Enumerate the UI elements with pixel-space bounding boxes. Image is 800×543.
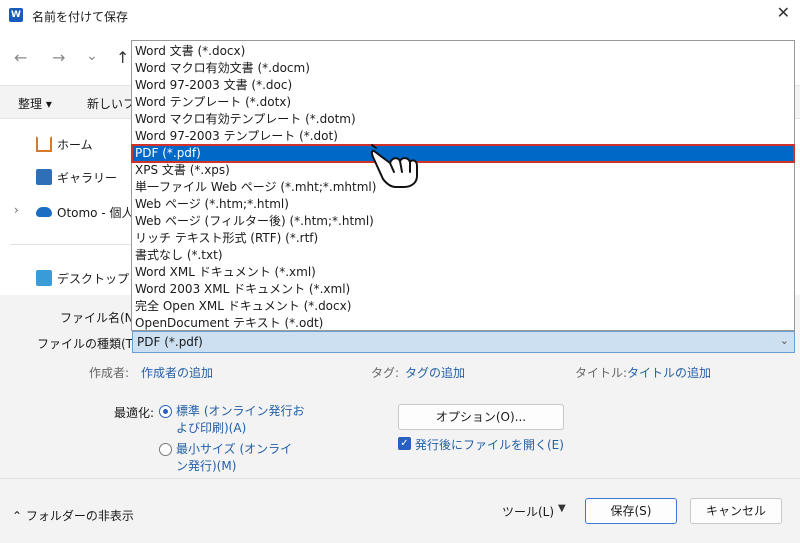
save-button[interactable]: 保存(S) [585, 498, 677, 524]
sidebar-item-label: Otomo - 個人 [57, 206, 134, 220]
word-app-icon: W [9, 8, 23, 22]
dropdown-option-selected[interactable]: PDF (*.pdf) [131, 144, 795, 163]
expand-chevron-icon[interactable]: › [14, 203, 19, 217]
dropdown-option[interactable]: 単一ファイル Web ページ (*.mht;*.mhtml) [132, 179, 794, 196]
hand-pointer-cursor-icon [370, 144, 418, 188]
dropdown-option[interactable]: Word マクロ有効文書 (*.docm) [132, 60, 794, 77]
sidebar-item-gallery[interactable]: ギャラリー [0, 165, 134, 189]
sidebar-divider [10, 244, 134, 245]
title-label: タイトル: [575, 366, 628, 380]
add-tags-link[interactable]: タグの追加 [405, 364, 465, 381]
window-title: 名前を付けて保存 [32, 10, 129, 24]
sidebar-item-label: デスクトップ [57, 272, 130, 286]
dropdown-option[interactable]: Web ページ (フィルター後) (*.htm;*.html) [132, 213, 794, 230]
optimize-standard-label[interactable]: 標準 (オンライン発行および印刷)(A) [176, 403, 316, 437]
home-icon [36, 136, 52, 152]
author-label: 作成者: [89, 366, 130, 380]
tools-button[interactable]: ツール(L) [502, 503, 554, 520]
sidebar-item-onedrive[interactable]: › Otomo - 個人 [0, 200, 134, 224]
dropdown-option[interactable]: Word 文書 (*.docx) [132, 43, 794, 60]
dropdown-option[interactable]: XPS 文書 (*.xps) [132, 162, 794, 179]
dropdown-option[interactable]: Word 97-2003 テンプレート (*.dot) [132, 128, 794, 145]
dropdown-option[interactable]: Web ページ (*.htm;*.html) [132, 196, 794, 213]
filetype-select[interactable]: PDF (*.pdf) ⌄ [132, 331, 795, 353]
forward-arrow-icon[interactable]: → [52, 48, 65, 67]
title-bar: W 名前を付けて保存 ✕ [0, 0, 800, 30]
chevron-down-icon: ⌄ [779, 334, 789, 347]
optimize-label: 最適化: [114, 406, 155, 420]
add-author-link[interactable]: 作成者の追加 [141, 364, 213, 381]
up-arrow-icon[interactable]: ↑ [116, 48, 129, 67]
filetype-selected-value: PDF (*.pdf) [137, 335, 203, 349]
dropdown-option[interactable]: Word 97-2003 文書 (*.doc) [132, 77, 794, 94]
optimize-minimum-label[interactable]: 最小サイズ (オンライン発行)(M) [176, 441, 300, 475]
dropdown-option[interactable]: Word テンプレート (*.dotx) [132, 94, 794, 111]
gallery-icon [36, 169, 52, 185]
optimize-minimum-radio[interactable] [159, 443, 172, 456]
filetype-dropdown-list: Word 文書 (*.docx) Word マクロ有効文書 (*.docm) Wor… [131, 40, 795, 331]
dropdown-option[interactable]: Word マクロ有効テンプレート (*.dotm) [132, 111, 794, 128]
back-arrow-icon[interactable]: ← [14, 48, 27, 67]
add-title-link[interactable]: タイトルの追加 [627, 364, 711, 381]
filetype-label: ファイルの種類(T): [37, 337, 142, 351]
organize-button[interactable]: 整理 ▾ [18, 95, 52, 112]
recent-locations-chevron-icon[interactable]: ⌄ [86, 48, 98, 64]
footer-divider [0, 478, 800, 479]
desktop-icon [36, 270, 52, 286]
tags-label: タグ: [371, 366, 400, 380]
onedrive-cloud-icon [36, 207, 52, 217]
dropdown-option[interactable]: Word XML ドキュメント (*.xml) [132, 264, 794, 281]
dropdown-option[interactable]: 書式なし (*.txt) [132, 247, 794, 264]
navigation-pane: ホーム ギャラリー › Otomo - 個人 デスクトップ [0, 120, 134, 295]
open-after-publish-label[interactable]: 発行後にファイルを開く(E) [415, 436, 564, 453]
options-button[interactable]: オプション(O)... [398, 404, 564, 430]
cancel-button[interactable]: キャンセル [690, 498, 782, 524]
navigation-bar: ← → ⌄ ↑ [0, 40, 135, 76]
hide-folders-button[interactable]: ⌃ フォルダーの非表示 [12, 507, 134, 524]
optimize-standard-radio[interactable] [159, 405, 172, 418]
sidebar-item-label: ホーム [57, 138, 93, 152]
hide-folders-label: フォルダーの非表示 [25, 509, 134, 523]
chevron-up-icon: ⌃ [12, 509, 26, 523]
tools-dropdown-arrow-icon[interactable]: ▼ [558, 503, 566, 514]
dropdown-option[interactable]: 完全 Open XML ドキュメント (*.docx) [132, 298, 794, 315]
open-after-publish-checkbox[interactable]: ✓ [398, 437, 411, 450]
sidebar-item-label: ギャラリー [57, 171, 118, 185]
dropdown-option[interactable]: リッチ テキスト形式 (RTF) (*.rtf) [132, 230, 794, 247]
sidebar-item-desktop[interactable]: デスクトップ [0, 266, 134, 290]
close-icon[interactable]: ✕ [777, 3, 790, 22]
dropdown-option[interactable]: OpenDocument テキスト (*.odt) [132, 315, 794, 332]
sidebar-item-home[interactable]: ホーム [0, 132, 134, 156]
dropdown-option[interactable]: Word 2003 XML ドキュメント (*.xml) [132, 281, 794, 298]
